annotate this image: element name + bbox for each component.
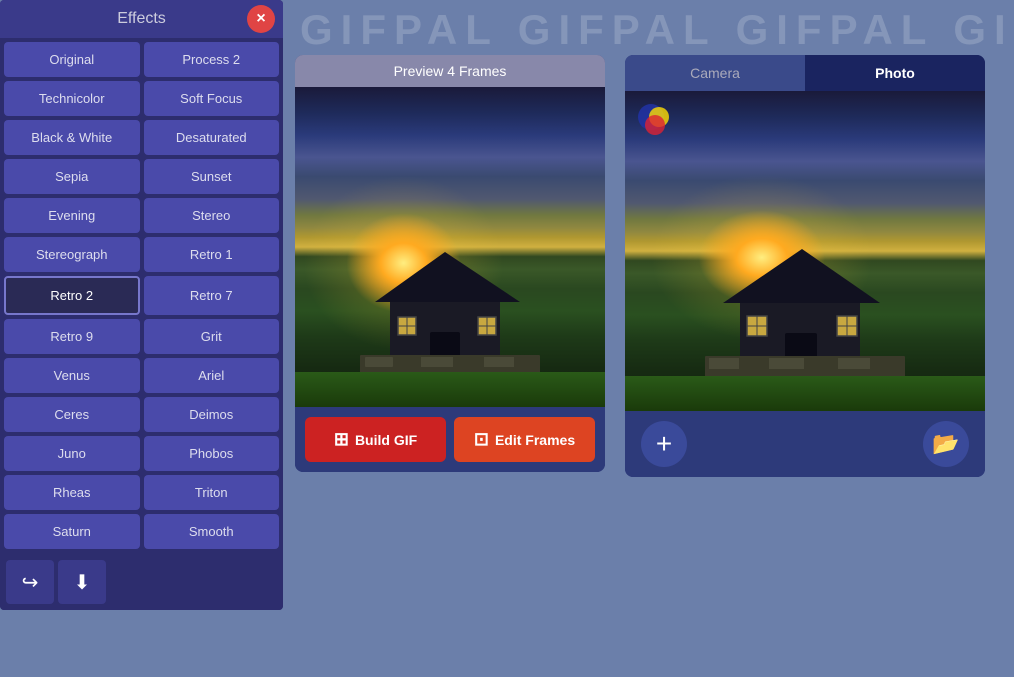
download-button[interactable]: ⬇: [58, 560, 106, 604]
photo-barn-svg: [705, 231, 905, 381]
watermark-text: GIFPAL GIFPAL GIFPAL GIFPA: [300, 6, 1014, 54]
edit-frames-label: Edit Frames: [495, 432, 575, 448]
effect-btn-venus[interactable]: Venus: [4, 358, 140, 393]
effect-btn-desaturated[interactable]: Desaturated: [144, 120, 280, 155]
effect-btn-grit[interactable]: Grit: [144, 319, 280, 354]
effect-btn-retro1[interactable]: Retro 1: [144, 237, 280, 272]
effect-btn-original[interactable]: Original: [4, 42, 140, 77]
effects-grid: OriginalProcess 2TechnicolorSoft FocusBl…: [4, 42, 279, 549]
preview-actions: ⊞ Build GIF ⊡ Edit Frames: [295, 407, 605, 472]
effect-btn-soft-focus[interactable]: Soft Focus: [144, 81, 280, 116]
effect-btn-stereo[interactable]: Stereo: [144, 198, 280, 233]
photo-panel: CameraPhoto: [625, 55, 985, 477]
download-icon: ⬇: [74, 570, 91, 595]
preview-header: Preview 4 Frames: [295, 55, 605, 87]
effect-btn-black-white[interactable]: Black & White: [4, 120, 140, 155]
photo-tabs: CameraPhoto: [625, 55, 985, 91]
effects-panel: Effects × OriginalProcess 2TechnicolorSo…: [0, 0, 283, 610]
grass-foreground: [295, 372, 605, 407]
effects-scroll-area[interactable]: OriginalProcess 2TechnicolorSoft FocusBl…: [0, 38, 283, 554]
effects-header: Effects ×: [0, 0, 283, 38]
effect-btn-rheas[interactable]: Rheas: [4, 475, 140, 510]
effect-btn-deimos[interactable]: Deimos: [144, 397, 280, 432]
photo-grass-foreground: [625, 376, 985, 411]
tab-camera[interactable]: Camera: [625, 55, 805, 91]
share-button[interactable]: ↪: [6, 560, 54, 604]
effect-btn-technicolor[interactable]: Technicolor: [4, 81, 140, 116]
effect-btn-retro9[interactable]: Retro 9: [4, 319, 140, 354]
tab-photo[interactable]: Photo: [805, 55, 985, 91]
effect-btn-retro7[interactable]: Retro 7: [144, 276, 280, 315]
share-icon: ↪: [22, 570, 39, 595]
edit-frames-button[interactable]: ⊡ Edit Frames: [454, 417, 595, 462]
effect-btn-juno[interactable]: Juno: [4, 436, 140, 471]
build-gif-icon: ⊞: [334, 429, 349, 450]
build-gif-button[interactable]: ⊞ Build GIF: [305, 417, 446, 462]
close-button[interactable]: ×: [247, 5, 275, 33]
preview-panel: Preview 4 Frames: [295, 55, 605, 472]
open-folder-button[interactable]: 📂: [923, 421, 969, 467]
effects-toolbar: ↪ ⬇: [0, 554, 283, 610]
color-logo: [637, 103, 673, 139]
watermark: GIFPAL GIFPAL GIFPAL GIFPA: [280, 0, 1014, 60]
effect-btn-ariel[interactable]: Ariel: [144, 358, 280, 393]
effect-btn-sepia[interactable]: Sepia: [4, 159, 140, 194]
effect-btn-saturn[interactable]: Saturn: [4, 514, 140, 549]
add-photo-button[interactable]: +: [641, 421, 687, 467]
effect-btn-retro2[interactable]: Retro 2: [4, 276, 140, 315]
photo-actions: + 📂: [625, 411, 985, 477]
preview-image: [295, 87, 605, 407]
effect-btn-process2[interactable]: Process 2: [144, 42, 280, 77]
effect-btn-smooth[interactable]: Smooth: [144, 514, 280, 549]
effect-btn-triton[interactable]: Triton: [144, 475, 280, 510]
folder-icon: 📂: [932, 431, 959, 457]
edit-frames-icon: ⊡: [474, 429, 489, 450]
effect-btn-sunset[interactable]: Sunset: [144, 159, 280, 194]
add-icon: +: [656, 428, 672, 460]
photo-image: [625, 91, 985, 411]
effect-btn-stereograph[interactable]: Stereograph: [4, 237, 140, 272]
effect-btn-ceres[interactable]: Ceres: [4, 397, 140, 432]
effect-btn-phobos[interactable]: Phobos: [144, 436, 280, 471]
preview-barn-svg: [360, 237, 540, 377]
effects-title: Effects: [117, 10, 166, 28]
effect-btn-evening[interactable]: Evening: [4, 198, 140, 233]
build-gif-label: Build GIF: [355, 432, 417, 448]
